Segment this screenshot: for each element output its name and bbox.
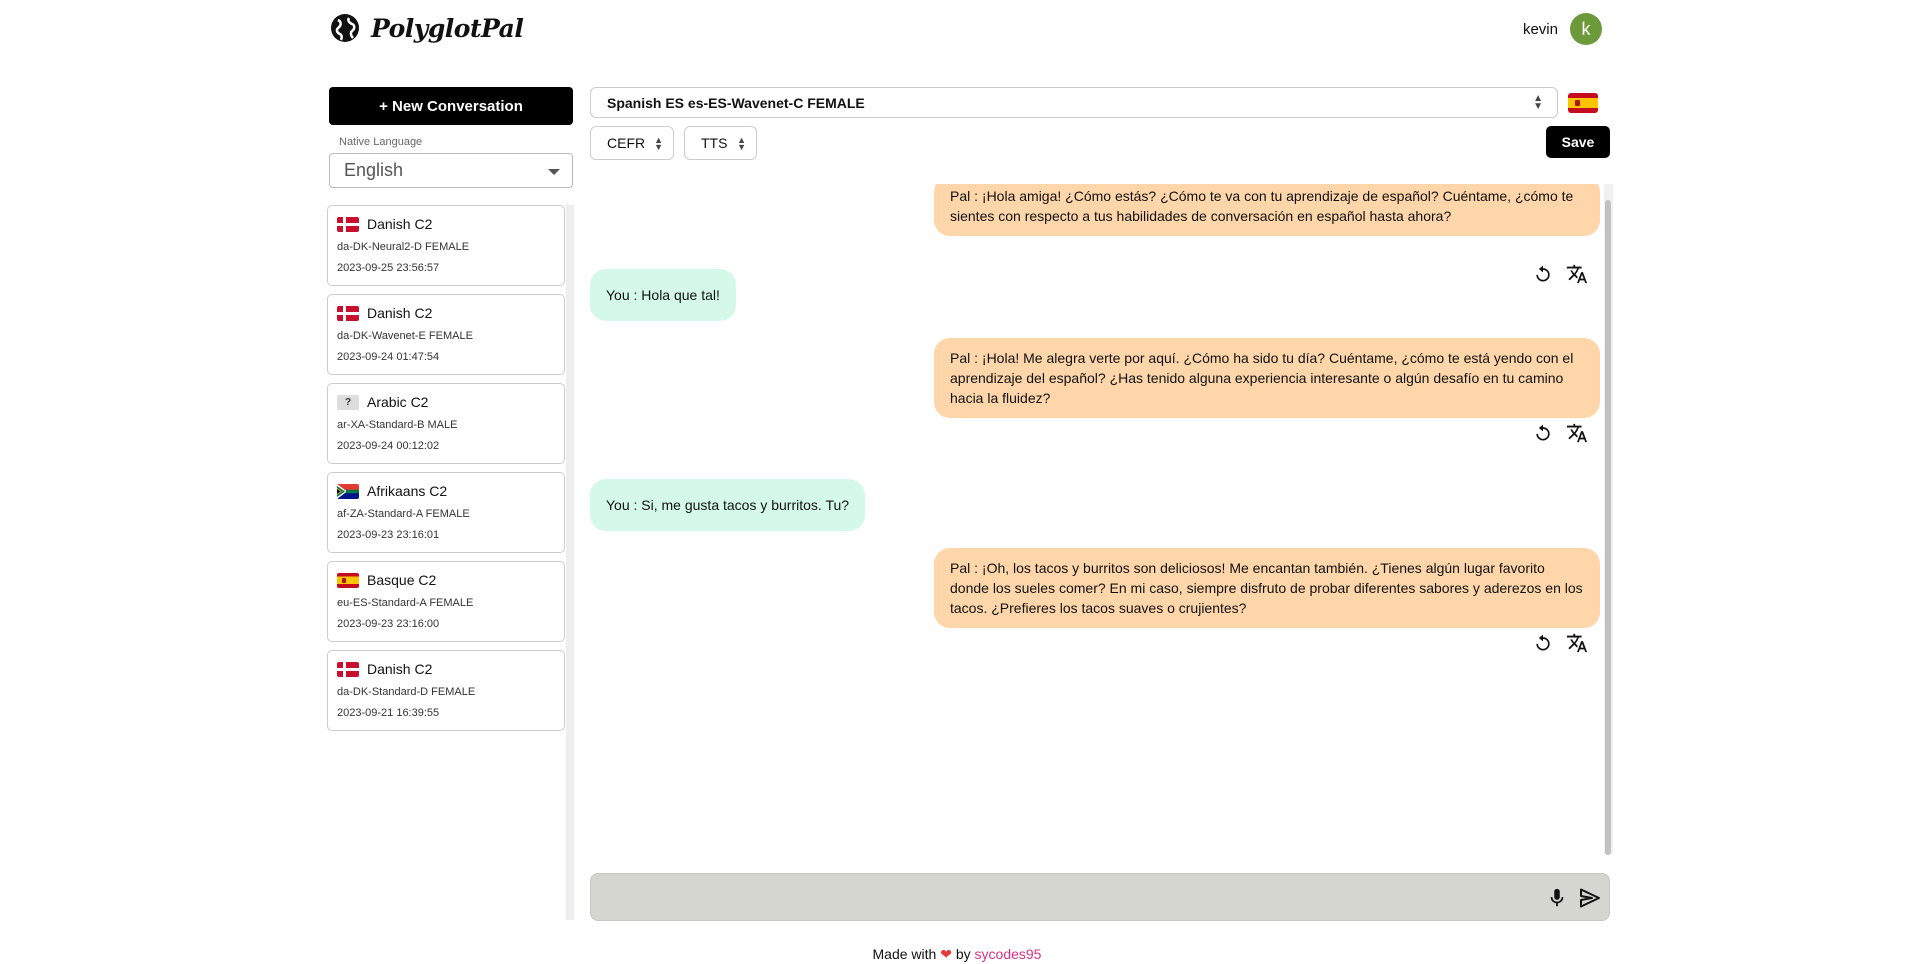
- pal-message: Pal : ¡Hola amiga! ¿Cómo estás? ¿Cómo te…: [934, 184, 1600, 236]
- native-language-value: English: [344, 160, 404, 180]
- translate-icon[interactable]: [1566, 632, 1588, 654]
- new-conversation-button[interactable]: + New Conversation: [329, 87, 573, 125]
- user-message: You : Si, me gusta tacos y burritos. Tu?: [590, 479, 866, 531]
- denmark-flag-icon: [337, 216, 359, 232]
- south-africa-flag-icon: [337, 483, 359, 499]
- denmark-flag-icon: [337, 305, 359, 321]
- conversation-voice: ar-XA-Standard-B MALE: [337, 419, 458, 431]
- native-language-select[interactable]: English: [329, 153, 573, 188]
- message-actions: [1532, 422, 1588, 444]
- message-input-box: [590, 873, 1610, 921]
- sidebar: + New Conversation Native Language Engli…: [329, 87, 573, 188]
- footer-made-with: Made with: [872, 946, 937, 962]
- message-input[interactable]: [591, 874, 1491, 920]
- pal-message: Pal : ¡Oh, los tacos y burritos son deli…: [934, 548, 1600, 628]
- globe-icon: [331, 14, 359, 42]
- conversation-item[interactable]: Basque C2 eu-ES-Standard-A FEMALE 2023-0…: [327, 561, 565, 642]
- conversation-date: 2023-09-23 23:16:01: [337, 529, 440, 541]
- conversation-voice: eu-ES-Standard-A FEMALE: [337, 597, 474, 609]
- message-actions: [1532, 263, 1588, 285]
- conversation-item[interactable]: Danish C2 da-DK-Wavenet-E FEMALE 2023-09…: [327, 294, 565, 375]
- replay-icon[interactable]: [1532, 263, 1554, 285]
- pal-message: Pal : ¡Hola! Me alegra verte por aquí. ¿…: [934, 338, 1600, 418]
- translate-icon[interactable]: [1566, 422, 1588, 444]
- tts-select-label: TTS: [701, 135, 728, 151]
- app-header: PolyglotPal kevin k: [0, 0, 1914, 60]
- app-name: PolyglotPal: [371, 13, 524, 43]
- user-message: You : Hola que tal!: [590, 269, 736, 321]
- voice-select-value: Spanish ES es-ES-Wavenet-C FEMALE: [607, 94, 865, 111]
- user-menu[interactable]: kevin k: [1523, 13, 1602, 45]
- app-logo[interactable]: PolyglotPal: [329, 12, 524, 44]
- microphone-icon[interactable]: [1546, 886, 1568, 910]
- updown-chevron-icon: ▲ ▼: [654, 135, 663, 152]
- cefr-select-label: CEFR: [607, 135, 646, 151]
- conversation-title: Arabic C2: [367, 394, 429, 410]
- caret-down-icon: [548, 169, 560, 175]
- conversation-title: Danish C2: [367, 661, 433, 677]
- conversation-title: Afrikaans C2: [367, 483, 448, 499]
- avatar[interactable]: k: [1570, 13, 1602, 45]
- conversation-date: 2023-09-23 23:16:00: [337, 618, 440, 630]
- save-button[interactable]: Save: [1546, 126, 1610, 158]
- spain-flag-icon: [337, 572, 359, 588]
- conversation-item[interactable]: Danish C2 da-DK-Standard-D FEMALE 2023-0…: [327, 650, 565, 731]
- conversation-date: 2023-09-24 01:47:54: [337, 351, 440, 363]
- native-language-label: Native Language: [339, 136, 423, 148]
- cefr-select[interactable]: CEFR ▲ ▼: [590, 126, 674, 160]
- conversation-date: 2023-09-21 16:39:55: [337, 707, 440, 719]
- updown-chevron-icon: ▲ ▼: [1533, 93, 1543, 112]
- conversation-voice: da-DK-Wavenet-E FEMALE: [337, 330, 473, 342]
- conversation-voice: da-DK-Standard-D FEMALE: [337, 686, 476, 698]
- conversation-item[interactable]: Afrikaans C2 af-ZA-Standard-A FEMALE 202…: [327, 472, 565, 553]
- author-link[interactable]: sycodes95: [975, 946, 1042, 962]
- translate-icon[interactable]: [1566, 263, 1588, 285]
- footer-by: by: [955, 946, 971, 962]
- replay-icon[interactable]: [1532, 632, 1554, 654]
- conversation-voice: af-ZA-Standard-A FEMALE: [337, 508, 470, 520]
- conversation-date: 2023-09-25 23:56:57: [337, 262, 440, 274]
- unknown-flag-icon: ?: [337, 394, 359, 410]
- message-actions: [1532, 632, 1588, 654]
- conversation-title: Danish C2: [367, 216, 433, 232]
- conversation-item[interactable]: Danish C2 da-DK-Neural2-D FEMALE 2023-09…: [327, 205, 565, 286]
- chat-messages: Pal : ¡Hola amiga! ¿Cómo estás? ¿Cómo te…: [590, 184, 1610, 854]
- footer: Made with ❤ by sycodes95: [0, 946, 1914, 963]
- conversation-voice: da-DK-Neural2-D FEMALE: [337, 241, 470, 253]
- tts-select[interactable]: TTS ▲ ▼: [684, 126, 757, 160]
- conversation-item[interactable]: ? Arabic C2 ar-XA-Standard-B MALE 2023-09…: [327, 383, 565, 464]
- conversation-list: Danish C2 da-DK-Neural2-D FEMALE 2023-09…: [327, 205, 572, 920]
- conversation-date: 2023-09-24 00:12:02: [337, 440, 440, 452]
- conversation-title: Danish C2: [367, 305, 433, 321]
- conversation-title: Basque C2: [367, 572, 437, 588]
- send-icon[interactable]: [1577, 886, 1603, 910]
- updown-chevron-icon: ▲ ▼: [737, 135, 746, 152]
- heart-icon: ❤: [940, 946, 952, 962]
- spain-flag-icon: [1568, 93, 1598, 113]
- replay-icon[interactable]: [1532, 422, 1554, 444]
- denmark-flag-icon: [337, 661, 359, 677]
- voice-select[interactable]: Spanish ES es-ES-Wavenet-C FEMALE ▲ ▼: [590, 87, 1558, 118]
- user-name: kevin: [1522, 20, 1558, 38]
